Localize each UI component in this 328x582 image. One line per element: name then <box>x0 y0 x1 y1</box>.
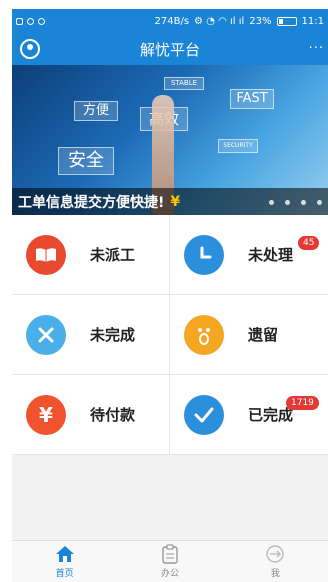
book-icon <box>26 235 66 275</box>
check-icon <box>184 395 224 435</box>
empty-area <box>12 455 328 547</box>
grid-item-completed[interactable]: 已完成 1719 <box>170 375 328 455</box>
carousel-dot[interactable] <box>269 200 274 205</box>
banner-caption-text: 工单信息提交方便快捷! <box>18 194 165 211</box>
status-bar: 274B/s ⚙ ◔ ◠ ıl ıl 23% 11:1 <box>12 9 328 33</box>
battery-percent: 23% <box>249 15 272 27</box>
title-bar: 解忧平台 ··· <box>12 33 328 65</box>
tab-me[interactable]: 我 <box>223 541 328 582</box>
tab-home[interactable]: 首页 <box>12 541 117 582</box>
carousel-dot[interactable] <box>285 200 290 205</box>
user-icon <box>27 44 33 50</box>
tab-label: 办公 <box>160 569 179 579</box>
grid-item-undispatched[interactable]: 未派工 <box>12 215 170 295</box>
network-speed: 274B/s <box>154 15 190 27</box>
grid-item-leftover[interactable]: 遗留 <box>170 295 328 375</box>
bottom-tab-bar: 首页 办公 我 <box>12 540 328 582</box>
count-badge: 1719 <box>286 396 319 410</box>
grid-item-pending-payment[interactable]: ¥ 待付款 <box>12 375 170 455</box>
yen-icon: ¥ <box>170 193 181 210</box>
yen-icon: ¥ <box>26 395 66 435</box>
page-title: 解忧平台 <box>139 40 200 59</box>
banner-carousel[interactable]: STABLE FAST 方便 高效 SECURITY 安全 工单信息提交方便快捷… <box>12 65 328 215</box>
grid-item-label: 已完成 <box>248 406 294 424</box>
count-badge: 45 <box>298 236 320 250</box>
grid-item-label: 未派工 <box>90 246 136 264</box>
battery-icon <box>276 16 297 26</box>
clock-icon <box>184 235 224 275</box>
user-button[interactable] <box>20 39 40 59</box>
clipboard-icon <box>162 544 178 564</box>
tab-label: 我 <box>270 569 280 579</box>
banner-tile: 方便 <box>74 101 118 121</box>
grid-item-label: 待付款 <box>90 406 136 424</box>
signal-icon: ⚙ ◔ ◠ ıl ıl <box>194 15 245 27</box>
more-button[interactable]: ··· <box>309 41 324 56</box>
notification-icon <box>38 17 45 25</box>
app-screen: 274B/s ⚙ ◔ ◠ ıl ıl 23% 11:1 解忧平台 ··· STA… <box>12 9 328 582</box>
grid-item-unprocessed[interactable]: 未处理 45 <box>170 215 328 295</box>
clock: 11:1 <box>301 15 324 27</box>
grid-item-label: 未完成 <box>90 326 136 344</box>
carousel-dots[interactable] <box>269 200 322 205</box>
notification-icon <box>27 17 34 25</box>
banner-tile: SECURITY <box>218 139 258 153</box>
home-icon <box>55 546 74 562</box>
face-icon <box>184 315 224 355</box>
close-icon <box>26 315 66 355</box>
carousel-dot[interactable] <box>301 200 306 205</box>
status-grid: 未派工 未处理 45 未完成 遗留 ¥ 待付款 已完成 1719 <box>12 215 328 455</box>
banner-tile: FAST <box>230 89 274 109</box>
banner-tile: 安全 <box>58 147 114 175</box>
grid-item-incomplete[interactable]: 未完成 <box>12 295 170 375</box>
carousel-dot[interactable] <box>317 200 322 205</box>
grid-item-label: 未处理 <box>248 246 294 264</box>
notification-icon <box>16 17 23 25</box>
grid-item-label: 遗留 <box>248 326 279 344</box>
tab-office[interactable]: 办公 <box>117 541 222 582</box>
banner-tile: STABLE <box>164 77 204 90</box>
tab-label: 首页 <box>55 569 74 579</box>
profile-icon <box>266 545 285 563</box>
